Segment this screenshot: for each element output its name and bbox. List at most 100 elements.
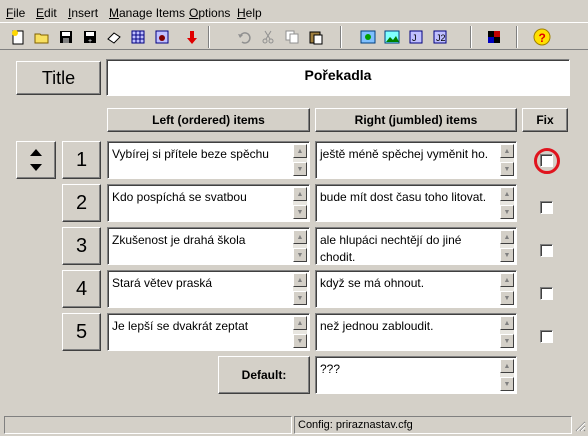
help-icon[interactable]: ? [532,27,552,47]
row-1-left-item[interactable]: Vybírej si přítele beze spěchu ▲ ▼ [107,141,310,179]
row-5-fix-checkbox[interactable] [540,330,553,343]
scroll-down-icon[interactable]: ▼ [293,291,307,305]
save-icon[interactable] [56,27,76,47]
row-4-fix-checkbox[interactable] [540,287,553,300]
scroll-down-icon[interactable]: ▼ [293,334,307,348]
left-items-header: Left (ordered) items [107,108,310,132]
scroll-up-icon[interactable]: ▲ [293,273,307,287]
toolbar-separator [340,26,342,48]
fix-header: Fix [522,108,568,132]
scroll-down-icon[interactable]: ▼ [500,334,514,348]
row-1-right-text: ještě méně spěchej vyměnit ho. [320,147,489,161]
menu-insert[interactable]: Insert [68,6,98,20]
down-arrow-icon[interactable] [182,27,202,47]
right-items-header: Right (jumbled) items [315,108,517,132]
export-java-2-icon[interactable]: J2 [430,27,450,47]
scroll-up-icon[interactable]: ▲ [293,230,307,244]
scroll-up-icon[interactable]: ▲ [500,187,514,201]
scrollbar[interactable]: ▲ ▼ [293,230,307,262]
row-1-left-text: Vybírej si přítele beze spěchu [112,147,269,161]
scrollbar[interactable]: ▲ ▼ [293,273,307,305]
row-1-fix-checkbox[interactable] [540,154,553,167]
scroll-down-icon[interactable]: ▼ [500,162,514,176]
default-item[interactable]: ??? ▲ ▼ [315,356,517,394]
row-5-left-item[interactable]: Je lepší se dvakrát zeptat ▲ ▼ [107,313,310,351]
scroll-down-icon[interactable]: ▼ [293,205,307,219]
scroll-up-icon[interactable]: ▲ [293,187,307,201]
scroll-up-icon[interactable]: ▲ [500,359,514,373]
title-field[interactable]: Pořekadla [106,59,570,96]
move-row-button[interactable] [16,141,56,179]
scrollbar[interactable]: ▲ ▼ [500,187,514,219]
scrollbar[interactable]: ▲ ▼ [500,230,514,262]
scroll-down-icon[interactable]: ▼ [293,162,307,176]
scrollbar[interactable]: ▲ ▼ [293,144,307,176]
row-5-number-button[interactable]: 5 [62,313,101,351]
row-5-right-text: než jednou zabloudit. [320,319,434,333]
menu-options[interactable]: Options [189,6,230,20]
up-down-arrows-icon [30,149,42,171]
scrollbar[interactable]: ▲ ▼ [500,144,514,176]
scroll-down-icon[interactable]: ▼ [293,248,307,262]
row-3-left-item[interactable]: Zkušenost je drahá škola ▲ ▼ [107,227,310,265]
open-folder-icon[interactable] [32,27,52,47]
save-as-icon[interactable]: + [80,27,100,47]
undo-icon[interactable] [234,27,254,47]
export-web-icon[interactable] [358,27,378,47]
toolbar-separator [516,26,518,48]
scroll-up-icon[interactable]: ▲ [293,144,307,158]
scrollbar[interactable]: ▲ ▼ [500,273,514,305]
export-java-icon[interactable]: J [406,27,426,47]
grid-bug-icon[interactable] [152,27,172,47]
scrollbar[interactable]: ▲ ▼ [293,187,307,219]
row-3-right-item[interactable]: ale hlupáci nechtějí do jiné chodit. ▲ ▼ [315,227,517,265]
eraser-icon[interactable] [104,27,124,47]
cut-icon[interactable] [258,27,278,47]
scrollbar[interactable]: ▲ ▼ [293,316,307,348]
scroll-down-icon[interactable]: ▼ [500,377,514,391]
checkerboard-icon[interactable] [484,27,504,47]
row-3-left-text: Zkušenost je drahá škola [112,233,246,247]
row-5-right-item[interactable]: než jednou zabloudit. ▲ ▼ [315,313,517,351]
row-4-left-item[interactable]: Stará větev praská ▲ ▼ [107,270,310,308]
scrollbar[interactable]: ▲ ▼ [500,359,514,391]
menu-manage-items[interactable]: Manage Items [109,6,185,20]
scroll-down-icon[interactable]: ▼ [500,291,514,305]
scroll-up-icon[interactable]: ▲ [500,316,514,330]
row-2-left-text: Kdo pospíchá se svatbou [112,190,247,204]
row-4-right-item[interactable]: když se má ohnout. ▲ ▼ [315,270,517,308]
svg-text:?: ? [539,31,546,45]
status-panel-left [4,416,292,434]
menu-file[interactable]: File [6,6,25,20]
scrollbar[interactable]: ▲ ▼ [500,316,514,348]
row-1-number-button[interactable]: 1 [62,141,101,179]
new-file-icon[interactable] [8,27,28,47]
row-2-number-button[interactable]: 2 [62,184,101,222]
default-label: Default: [218,356,310,394]
scroll-up-icon[interactable]: ▲ [500,273,514,287]
scroll-down-icon[interactable]: ▼ [500,205,514,219]
row-2-right-item[interactable]: bude mít dost času toho litovat. ▲ ▼ [315,184,517,222]
row-3-right-text: ale hlupáci nechtějí do jiné chodit. [320,233,462,264]
row-1-right-item[interactable]: ještě méně spěchej vyměnit ho. ▲ ▼ [315,141,517,179]
row-2-fix-checkbox[interactable] [540,201,553,214]
grid-icon[interactable] [128,27,148,47]
scroll-down-icon[interactable]: ▼ [500,248,514,262]
toolbar: + J J2 ? [0,22,588,50]
scroll-up-icon[interactable]: ▲ [500,144,514,158]
svg-text:+: + [88,38,92,45]
paste-icon[interactable] [306,27,326,47]
row-4-number-button[interactable]: 4 [62,270,101,308]
copy-icon[interactable] [282,27,302,47]
menu-help[interactable]: Help [237,6,262,20]
scroll-up-icon[interactable]: ▲ [500,230,514,244]
resize-grip-icon[interactable] [574,420,586,432]
menu-edit[interactable]: Edit [36,6,57,20]
row-3-fix-checkbox[interactable] [540,244,553,257]
row-2-left-item[interactable]: Kdo pospíchá se svatbou ▲ ▼ [107,184,310,222]
row-5-left-text: Je lepší se dvakrát zeptat [112,319,249,333]
row-3-number-button[interactable]: 3 [62,227,101,265]
export-image-icon[interactable] [382,27,402,47]
scroll-up-icon[interactable]: ▲ [293,316,307,330]
menu-bar: File Edit Insert Manage Items Options He… [0,0,588,22]
